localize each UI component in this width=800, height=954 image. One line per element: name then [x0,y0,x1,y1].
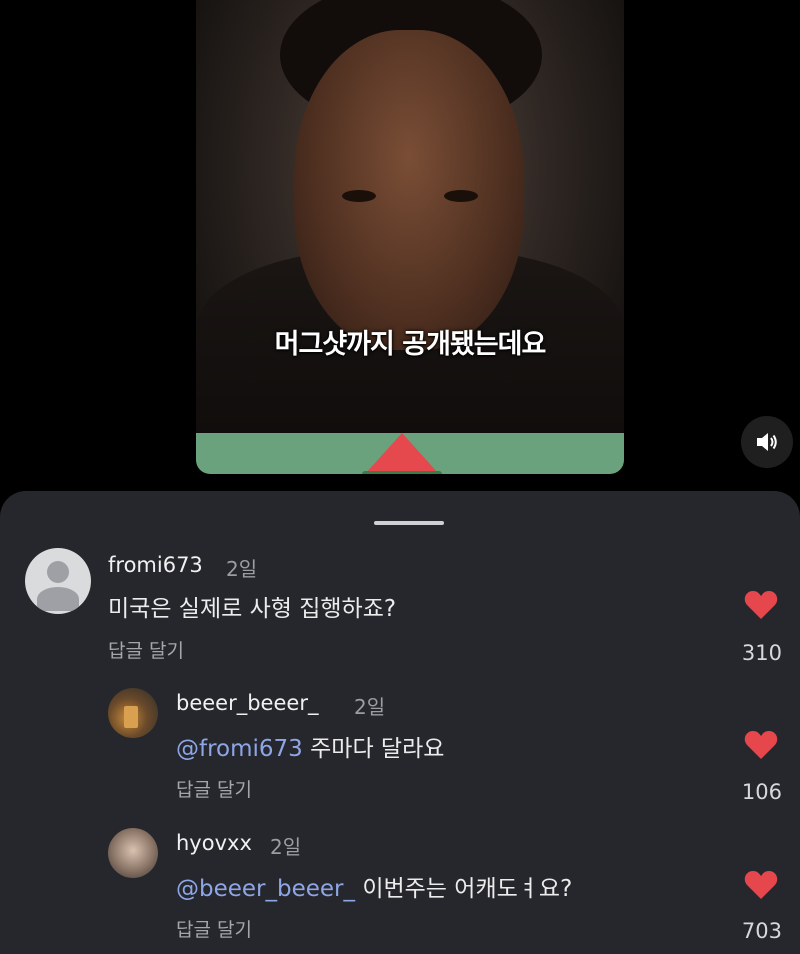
comment-username[interactable]: fromi673 [108,553,203,577]
volume-button[interactable] [741,416,793,468]
comment-time: 2일 [226,557,258,581]
comment-text: @fromi673 주마다 달라요 [176,729,444,763]
reply-button[interactable]: 답글 달기 [176,775,252,802]
like-count: 310 [741,641,782,665]
eye-left [342,190,376,202]
comment-mention[interactable]: @fromi673 [176,736,303,762]
comment-time: 2일 [354,695,386,719]
heart-icon[interactable] [744,870,778,900]
comment-text: 미국은 실제로 사형 집행하죠? [108,589,396,623]
comment-text: @beeer_beeer_ 이번주는 어캐도ㅕ요? [176,869,572,903]
comment-body: 미국은 실제로 사형 집행하죠? [108,596,397,622]
speaker-icon [757,433,777,451]
eye-right [444,190,478,202]
reply-button[interactable]: 답글 달기 [108,636,184,663]
comment-body: 이번주는 어캐도ㅕ요? [355,876,573,902]
reply-button[interactable]: 답글 달기 [176,915,252,942]
video-subject-face [294,30,524,350]
avatar[interactable] [108,828,158,878]
like-count: 106 [741,780,782,804]
avatar-head [47,561,69,583]
comment-time: 2일 [270,835,302,859]
like-count: 703 [741,919,782,943]
heart-icon[interactable] [744,590,778,620]
video-player[interactable]: 머그샷까지 공개됐는데요 [196,0,624,474]
comment-mention[interactable]: @beeer_beeer_ [176,876,355,902]
video-bottom-banner [196,433,624,474]
watermelon-icon [366,433,438,473]
comments-sheet[interactable]: fromi673 2일 미국은 실제로 사형 집행하죠? 답글 달기 310 b… [0,491,800,954]
comment-username[interactable]: hyovxx [176,831,252,855]
avatar[interactable] [108,688,158,738]
comment-body: 주마다 달라요 [302,736,445,762]
avatar-body [37,587,79,611]
heart-icon[interactable] [744,730,778,760]
watermelon-rind [362,471,442,474]
avatar[interactable] [25,548,91,614]
avatar-beer-glass [124,706,138,728]
sheet-drag-handle[interactable] [374,521,444,525]
video-subtitle: 머그샷까지 공개됐는데요 [274,329,547,360]
comment-username[interactable]: beeer_beeer_ [176,691,318,715]
